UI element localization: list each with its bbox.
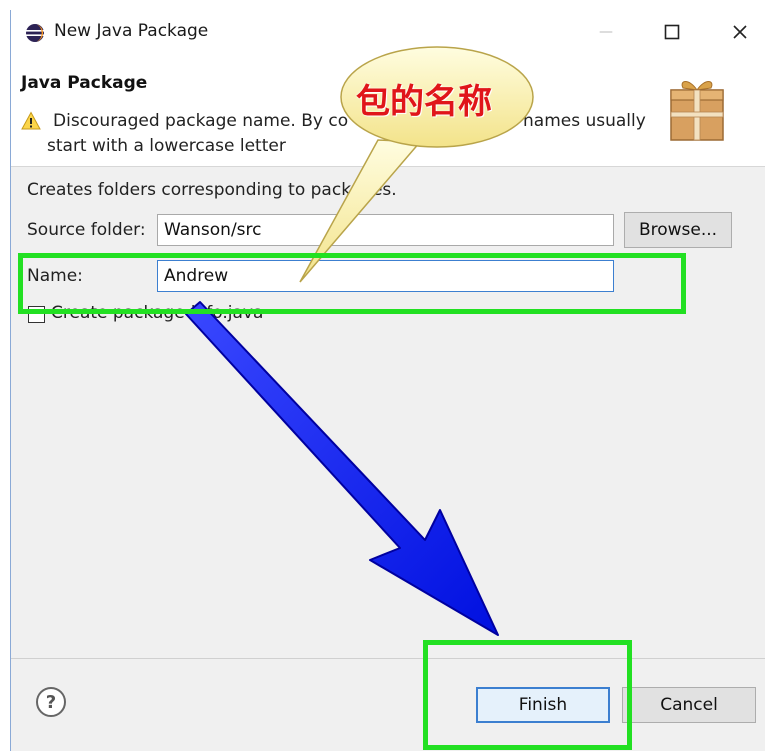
eclipse-icon: [26, 24, 44, 42]
source-folder-label: Source folder:: [27, 220, 146, 240]
help-glyph: ?: [46, 692, 56, 713]
package-icon: [670, 81, 724, 141]
finish-button[interactable]: Finish: [476, 687, 610, 723]
warning-message-line2: start with a lowercase letter: [47, 136, 286, 156]
name-label: Name:: [27, 266, 83, 286]
maximize-icon: [664, 24, 680, 40]
browse-button[interactable]: Browse...: [624, 212, 732, 248]
wizard-description: Creates folders corresponding to package…: [27, 180, 397, 200]
minimize-button[interactable]: —: [583, 10, 629, 54]
warning-message-tail: names usually: [523, 111, 646, 131]
package-info-checkbox[interactable]: [28, 306, 45, 323]
title-bar: New Java Package —: [11, 10, 765, 54]
warning-icon: [21, 111, 41, 130]
name-input[interactable]: Andrew: [157, 260, 614, 292]
wizard-header: Java Package Discouraged package name. B…: [11, 54, 765, 167]
dialog-window: New Java Package — Java Package Discoura…: [10, 10, 765, 751]
cancel-button[interactable]: Cancel: [622, 687, 756, 723]
package-info-checkbox-label[interactable]: Create package-info.java: [51, 303, 263, 323]
window-title: New Java Package: [54, 21, 209, 41]
source-folder-input[interactable]: Wanson/src: [157, 214, 614, 246]
page-title: Java Package: [21, 73, 148, 93]
minimize-icon: —: [599, 24, 613, 40]
footer-divider: [11, 658, 765, 659]
close-icon: [733, 25, 747, 39]
warning-message-start: Discouraged package name. By co: [53, 111, 349, 131]
maximize-button[interactable]: [649, 10, 695, 54]
help-icon[interactable]: ?: [35, 686, 67, 718]
close-button[interactable]: [717, 10, 763, 54]
